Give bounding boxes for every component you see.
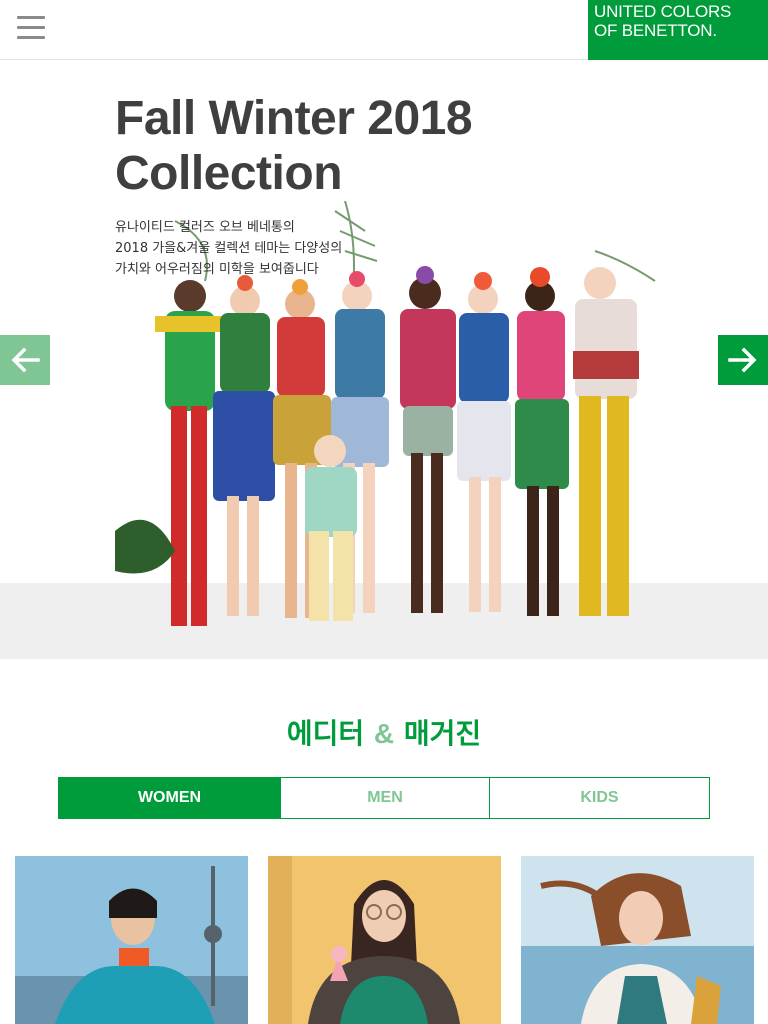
hero-carousel: Fall Winter 2018 Collection 유나이티드 컬러즈 오브… — [0, 61, 768, 659]
tab-kids[interactable]: KIDS — [489, 778, 709, 818]
next-slide-button[interactable] — [718, 335, 768, 385]
hero-description: 유나이티드 컬러즈 오브 베네통의 2018 가을&겨울 컬렉션 테마는 다양성… — [115, 220, 343, 277]
hero-title: Fall Winter 2018 Collection — [115, 91, 473, 201]
arrow-left-icon — [11, 347, 40, 373]
brand-logo[interactable]: UNITED COLORS OF BENETTON. — [588, 0, 768, 60]
prev-slide-button[interactable] — [0, 335, 50, 385]
tab-women[interactable]: WOMEN — [59, 778, 280, 818]
hero-title-line-2: Collection — [115, 147, 343, 200]
card-3-photo — [521, 856, 754, 1024]
card-1-photo — [15, 856, 248, 1024]
section-title-part-1: 에디터 — [286, 717, 365, 750]
card-2-photo — [268, 856, 501, 1024]
logo-line-2: OF BENETTON. — [594, 21, 717, 40]
section-title-part-2: 매거진 — [403, 717, 482, 750]
magazine-cards — [15, 856, 754, 1024]
magazine-card-3[interactable] — [521, 856, 754, 1024]
magazine-card-1[interactable] — [15, 856, 248, 1024]
arrow-right-icon — [728, 347, 757, 373]
tab-men[interactable]: MEN — [280, 778, 489, 818]
hero-title-line-1: Fall Winter 2018 — [115, 92, 473, 145]
section-title-amp: & — [373, 718, 395, 749]
magazine-card-2[interactable] — [268, 856, 501, 1024]
category-tabs: WOMEN MEN KIDS — [58, 777, 710, 819]
logo-line-1: UNITED COLORS — [594, 2, 732, 21]
hamburger-menu-icon[interactable] — [17, 16, 49, 44]
header: UNITED COLORS OF BENETTON. — [0, 0, 768, 60]
section-title: 에디터 & 매거진 — [0, 712, 768, 752]
